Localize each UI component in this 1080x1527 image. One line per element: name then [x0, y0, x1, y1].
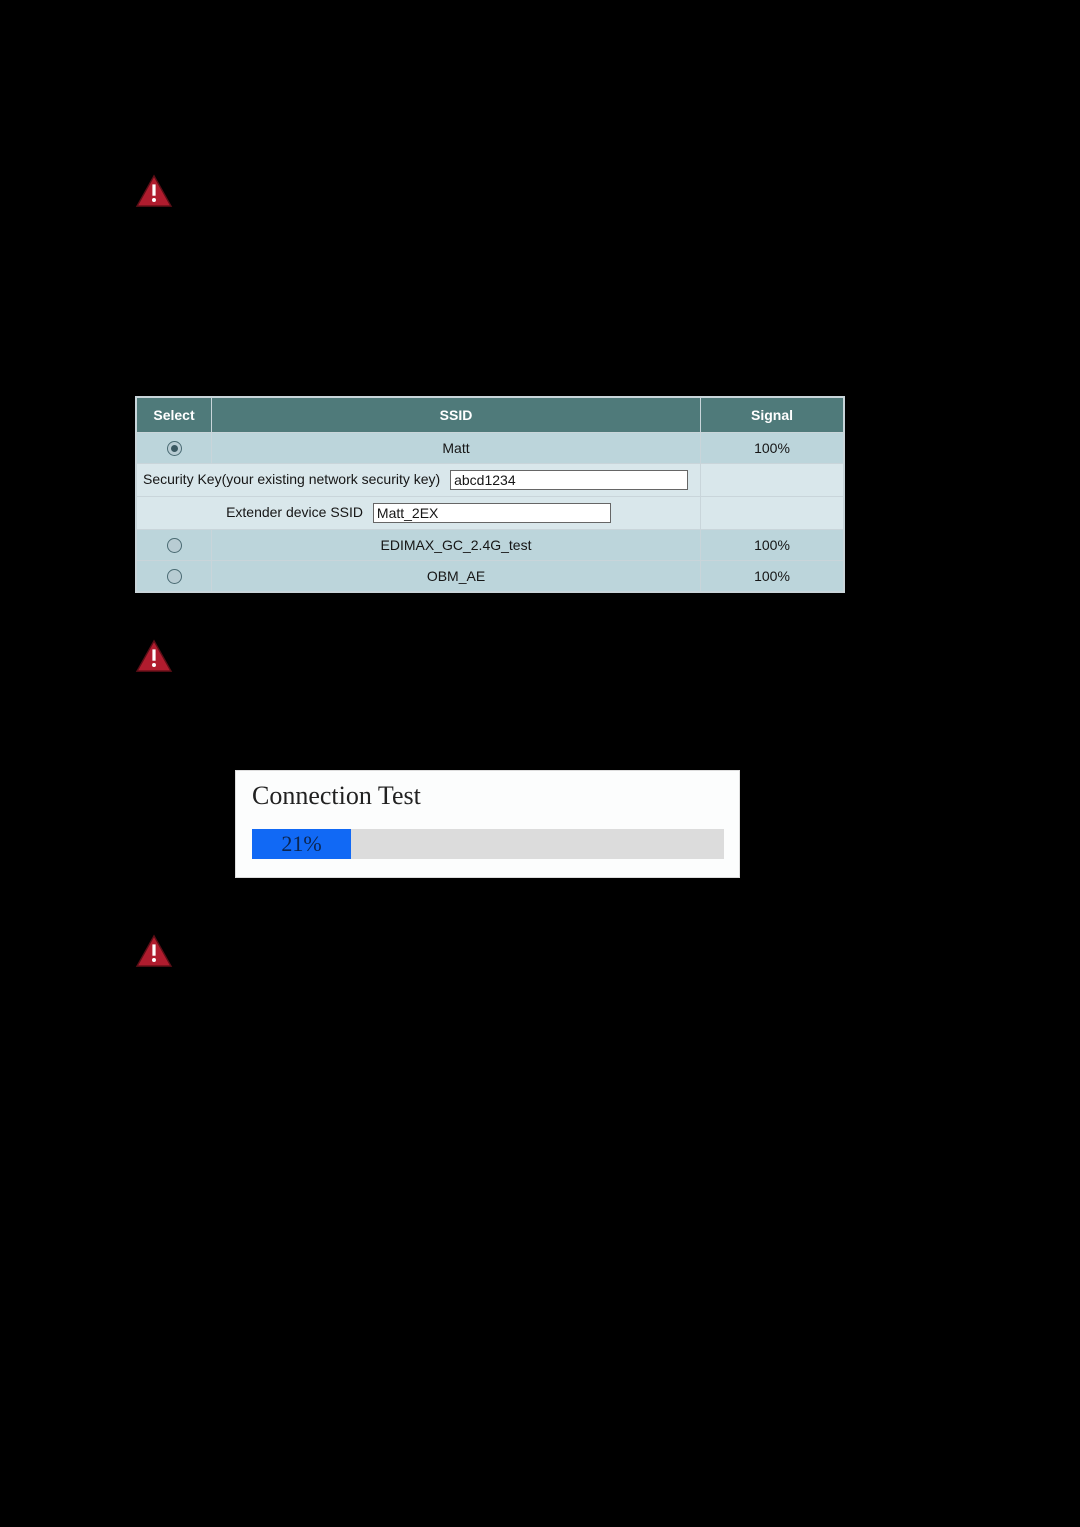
extender-ssid-label: Extender device SSID: [226, 504, 369, 520]
radio-cell[interactable]: [136, 561, 212, 593]
step-3-paragraph: 3. A list of available wireless networks…: [135, 60, 945, 121]
extender-ssid-input[interactable]: Matt_2EX: [373, 503, 611, 523]
step-4-middle: ". For example, if your router's SSID is…: [135, 316, 932, 372]
step-3-number: 3.: [135, 62, 151, 88]
ssid-cell: Matt: [212, 433, 701, 464]
progress-bar-fill: 21%: [252, 829, 351, 859]
security-key-signal-cell: [701, 464, 845, 497]
radio-icon: [167, 441, 182, 456]
warning-2: Remember your extender's SSID for use la…: [135, 637, 945, 716]
extender-ssid-signal-cell: [701, 497, 845, 530]
extender-ssid-row: Extender device SSID Matt_2EX: [136, 497, 701, 530]
warning-2-text: Remember your extender's SSID for use la…: [185, 637, 945, 716]
ssid-cell: OBM_AE: [212, 561, 701, 593]
connection-test-title: Connection Test: [252, 781, 723, 811]
step-4-paragraph: 4. By default, the extender's new SSID i…: [135, 284, 945, 375]
warning-2-line2: Click "Next" to continue. Please wait wh…: [193, 686, 851, 716]
warning-icon: [135, 934, 185, 973]
network-row-selected: Matt 100%: [136, 433, 844, 464]
radio-icon: [167, 538, 182, 553]
step-4-suffix-example: _2EX: [143, 316, 185, 342]
radio-icon: [167, 569, 182, 584]
signal-cell: 100%: [701, 561, 845, 593]
step-4-number: 4.: [135, 286, 151, 312]
progress-bar-label: 21%: [281, 831, 321, 857]
security-key-row: Security Key(your existing network secur…: [136, 464, 701, 497]
security-key-input[interactable]: abcd1234: [450, 470, 688, 490]
warning-icon: [135, 174, 185, 213]
signal-cell: 100%: [701, 433, 845, 464]
signal-cell: 100%: [701, 530, 845, 561]
warning-2-line1: Remember your extender's SSID for use la…: [193, 639, 584, 665]
warning-1-text: If the Wi-Fi network you wish to connect…: [185, 172, 945, 233]
network-row: OBM_AE 100%: [136, 561, 844, 593]
network-table: Select SSID Signal Matt 100% Security Ke…: [135, 396, 845, 593]
header-ssid: SSID: [212, 397, 701, 433]
step-3-text: A list of available wireless networks wi…: [135, 62, 942, 118]
warning-3-text: If the EW-7438RPn Mini cannot obtain an …: [185, 932, 945, 1023]
header-signal: Signal: [701, 397, 845, 433]
connection-test-panel: Connection Test 21%: [235, 770, 740, 878]
header-select: Select: [136, 397, 212, 433]
radio-cell[interactable]: [136, 530, 212, 561]
warning-3: If the EW-7438RPn Mini cannot obtain an …: [135, 932, 945, 1023]
network-row: EDIMAX_GC_2.4G_test 100%: [136, 530, 844, 561]
warning-icon: [135, 639, 185, 678]
warning-1: If the Wi-Fi network you wish to connect…: [135, 172, 945, 233]
progress-bar: 21%: [252, 829, 724, 859]
radio-cell[interactable]: [136, 433, 212, 464]
ssid-cell: EDIMAX_GC_2.4G_test: [212, 530, 701, 561]
security-key-label: Security Key(your existing network secur…: [143, 471, 446, 487]
